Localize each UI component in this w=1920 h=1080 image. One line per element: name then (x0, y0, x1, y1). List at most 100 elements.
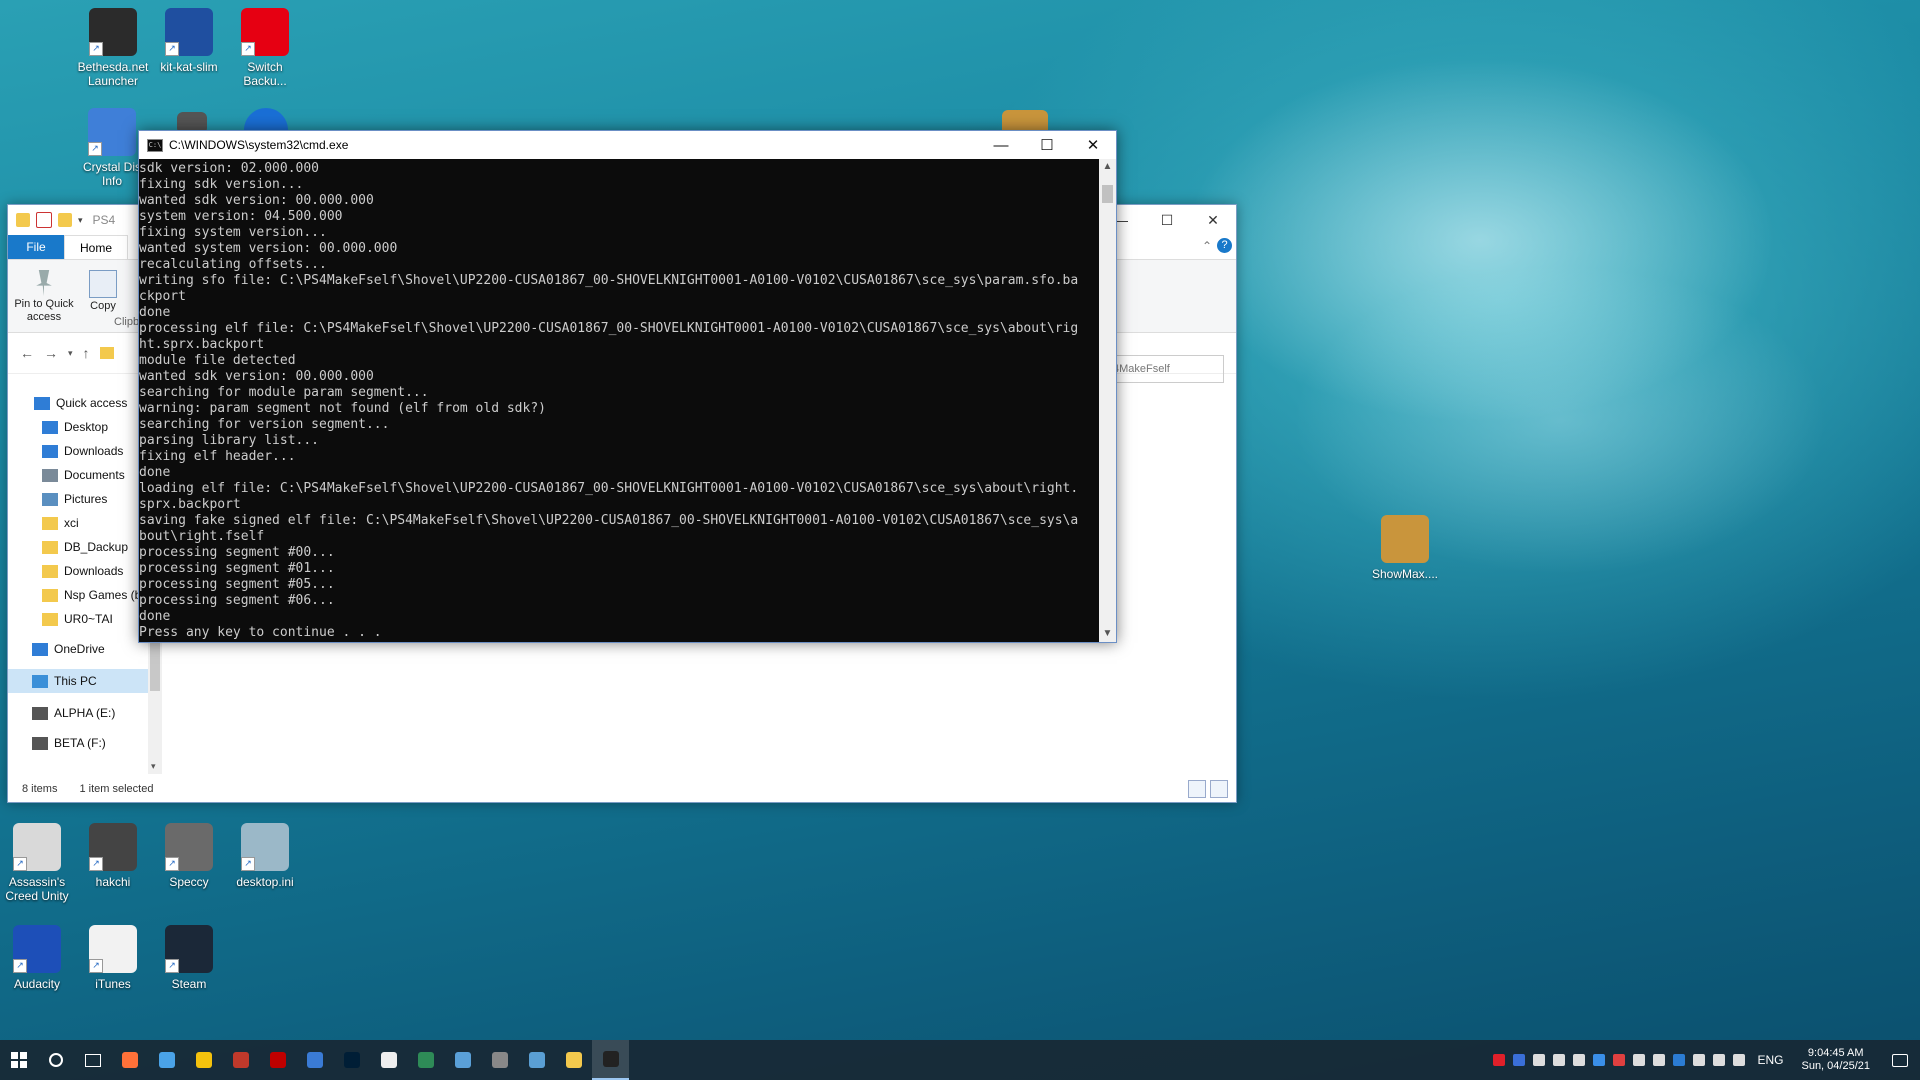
filezilla-icon (269, 1052, 286, 1068)
nav-item[interactable]: BETA (F:) (8, 731, 148, 755)
desktop-icon[interactable]: ↗ Steam (149, 925, 229, 991)
tray-battery[interactable] (1689, 1040, 1709, 1080)
desktop-icon[interactable]: ↗ Bethesda.net Launcher (73, 8, 153, 88)
desktop-icon[interactable]: ↗ kit-kat-slim (149, 8, 229, 74)
taskbar-search-button[interactable] (37, 1040, 74, 1080)
minimize-button[interactable]: — (978, 131, 1024, 159)
nav-item-label: Downloads (64, 564, 124, 578)
pin-to-quick-access-button[interactable]: Pin to Quick access (14, 266, 74, 324)
tray-usb[interactable] (1569, 1040, 1589, 1080)
tray-app-white[interactable] (1549, 1040, 1569, 1080)
console-line: processing segment #01... (139, 561, 335, 576)
start-icon (10, 1052, 27, 1068)
tray-bluetooth[interactable] (1589, 1040, 1609, 1080)
app-icon: ↗ (241, 823, 289, 871)
taskbar-app-blue-button[interactable] (148, 1040, 185, 1080)
back-icon[interactable]: ← (20, 345, 34, 361)
tray-wifi[interactable] (1709, 1040, 1729, 1080)
nav-item[interactable]: Downloads (8, 559, 148, 583)
nav-item-icon (42, 420, 58, 434)
tray-mail[interactable] (1529, 1040, 1549, 1080)
desktop-icon[interactable]: ↗ Audacity (0, 925, 77, 991)
desktop-icon[interactable]: ↗ Assassin's Creed Unity (0, 823, 77, 903)
cmd-titlebar[interactable]: C:\ C:\WINDOWS\system32\cmd.exe — ☐ ✕ (139, 131, 1116, 159)
taskbar-filezilla-button[interactable] (259, 1040, 296, 1080)
taskbar-monitor-button[interactable] (296, 1040, 333, 1080)
desktop-icon[interactable]: ↗ Speccy (149, 823, 229, 889)
close-button[interactable]: ✕ (1190, 205, 1236, 235)
close-button[interactable]: ✕ (1070, 131, 1116, 159)
clock[interactable]: 9:04:45 AM Sun, 04/25/21 (1791, 1047, 1880, 1073)
nav-item[interactable]: This PC (8, 669, 148, 693)
nav-item[interactable]: Desktop (8, 415, 148, 439)
chevron-down-icon[interactable]: ▾ (78, 215, 83, 226)
tray-word[interactable] (1669, 1040, 1689, 1080)
desktop-icon[interactable]: ↗ hakchi (73, 823, 153, 889)
properties-icon[interactable] (36, 212, 52, 228)
nav-item[interactable]: DB_Dackup (8, 535, 148, 559)
clock-time: 9:04:45 AM (1807, 1047, 1864, 1059)
tray-volume[interactable] (1729, 1040, 1749, 1080)
help-icon[interactable]: ? (1217, 238, 1232, 253)
scroll-up-icon[interactable]: ▲ (1099, 159, 1116, 175)
copy-button[interactable]: Copy (84, 266, 122, 313)
taskbar-firefox-button[interactable] (111, 1040, 148, 1080)
nav-item[interactable]: ALPHA (E:) (8, 701, 148, 725)
taskbar-photoshop-button[interactable] (333, 1040, 370, 1080)
taskbar-chrome-button[interactable] (185, 1040, 222, 1080)
taskbar-start-button[interactable] (0, 1040, 37, 1080)
taskbar-app-green-button[interactable] (407, 1040, 444, 1080)
desktop-icon-label: desktop.ini (236, 875, 294, 889)
scrollbar-thumb[interactable] (1102, 185, 1113, 203)
notifications-button[interactable] (1880, 1040, 1920, 1080)
nav-item[interactable]: UR0~TAI (8, 607, 148, 631)
desktop-icon-label: Speccy (169, 875, 209, 889)
tray-app-red[interactable] (1609, 1040, 1629, 1080)
details-view-button[interactable] (1188, 780, 1206, 798)
taskbar-cmd-button[interactable] (592, 1040, 629, 1080)
input-language[interactable]: ENG (1749, 1053, 1791, 1067)
nav-item[interactable]: Nsp Games (b (8, 583, 148, 607)
taskbar-task-view-button[interactable] (74, 1040, 111, 1080)
taskbar-calculator-button[interactable] (481, 1040, 518, 1080)
desktop-icon[interactable]: ↗ desktop.ini (225, 823, 305, 889)
taskbar-app-red-button[interactable] (222, 1040, 259, 1080)
tray-m-app[interactable] (1489, 1040, 1509, 1080)
taskbar-file-explorer-button[interactable] (555, 1040, 592, 1080)
tray-shield[interactable] (1649, 1040, 1669, 1080)
nav-item[interactable]: Pictures (8, 487, 148, 511)
up-icon[interactable]: ↑ (83, 345, 90, 361)
nav-item[interactable]: Documents (8, 463, 148, 487)
nav-item[interactable]: Downloads (8, 439, 148, 463)
console-line: sprx.backport (139, 497, 241, 512)
recent-locations-icon[interactable]: ▾ (68, 348, 73, 359)
console-output[interactable]: sdk version: 02.000.000 fixing sdk versio… (139, 159, 1099, 642)
taskbar-excel-x-button[interactable] (370, 1040, 407, 1080)
cmd-scrollbar[interactable]: ▲ ▼ (1099, 159, 1116, 642)
forward-icon[interactable]: → (44, 345, 58, 361)
search-input[interactable]: 4MakeFself (1108, 355, 1224, 383)
large-icons-view-button[interactable] (1210, 780, 1228, 798)
console-line: wanted system version: 00.000.000 (139, 241, 398, 256)
tab-file[interactable]: File (8, 235, 64, 259)
cmd-window[interactable]: C:\ C:\WINDOWS\system32\cmd.exe — ☐ ✕ sd… (138, 130, 1117, 643)
desktop-icon[interactable]: ↗ Switch Backu... (225, 8, 305, 88)
maximize-button[interactable]: ☐ (1024, 131, 1070, 159)
collapse-ribbon-icon[interactable]: ⌃ (1202, 239, 1212, 253)
nav-item-icon (42, 588, 58, 602)
tab-home[interactable]: Home (64, 235, 128, 259)
scroll-down-icon[interactable]: ▾ (151, 761, 156, 772)
nav-item-label: UR0~TAI (64, 612, 113, 626)
desktop-icon-showmax[interactable]: ShowMax.... (1365, 515, 1445, 581)
desktop-icon[interactable]: ↗ iTunes (73, 925, 153, 991)
maximize-button[interactable]: ☐ (1144, 205, 1190, 235)
tray-app-blue[interactable] (1509, 1040, 1529, 1080)
nav-item[interactable]: OneDrive (8, 637, 148, 661)
nav-item[interactable]: Quick access (8, 391, 148, 415)
taskbar-network-button[interactable] (444, 1040, 481, 1080)
taskbar-photos-button[interactable] (518, 1040, 555, 1080)
scroll-down-icon[interactable]: ▼ (1099, 626, 1116, 642)
nav-item[interactable]: xci (8, 511, 148, 535)
new-folder-icon[interactable] (58, 213, 72, 227)
tray-app-white2[interactable] (1629, 1040, 1649, 1080)
